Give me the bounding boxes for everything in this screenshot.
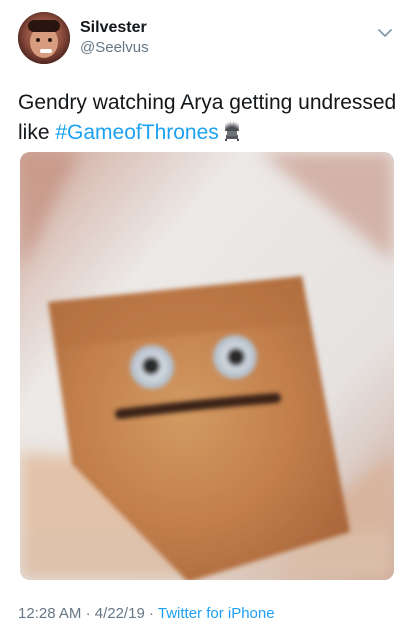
- tweet-date[interactable]: 4/22/19: [95, 605, 145, 622]
- hashtag-link[interactable]: #GameofThrones: [55, 121, 218, 144]
- tweet-header: Silvester @Seelvus: [18, 12, 396, 64]
- meta-separator: ·: [148, 605, 154, 622]
- tweet-text: Gendry watching Arya getting undressed l…: [18, 88, 398, 148]
- tweet-meta: 12:28 AM · 4/22/19 · Twitter for iPhone: [18, 604, 275, 624]
- tweet-photo[interactable]: [20, 152, 394, 580]
- meta-separator: ·: [85, 605, 91, 622]
- user-handle[interactable]: @Seelvus: [80, 38, 149, 58]
- throne-icon: [223, 120, 241, 141]
- tweet-source-link[interactable]: Twitter for iPhone: [158, 605, 275, 622]
- tweet-time[interactable]: 12:28 AM: [18, 605, 81, 622]
- chevron-down-icon[interactable]: [374, 22, 396, 44]
- avatar[interactable]: [18, 12, 70, 64]
- display-name[interactable]: Silvester: [80, 18, 149, 38]
